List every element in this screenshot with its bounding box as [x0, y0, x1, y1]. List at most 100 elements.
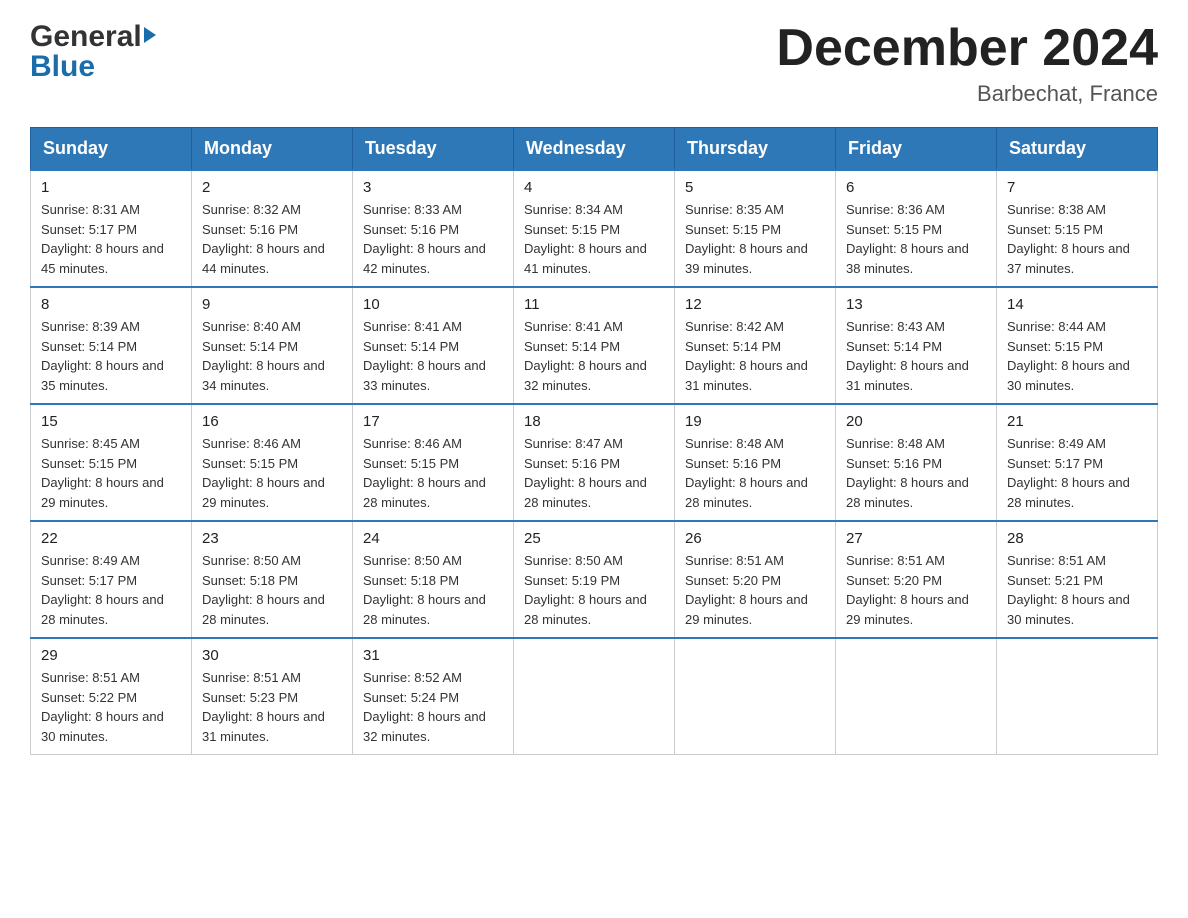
day-info: Sunrise: 8:51 AMSunset: 5:23 PMDaylight:… [202, 668, 342, 746]
calendar-cell: 14Sunrise: 8:44 AMSunset: 5:15 PMDayligh… [997, 287, 1158, 404]
calendar-cell: 28Sunrise: 8:51 AMSunset: 5:21 PMDayligh… [997, 521, 1158, 638]
calendar-cell: 18 Sunrise: 8:47 AMSunset: 5:16 PMDayligh… [514, 404, 675, 521]
day-number: 13 [846, 296, 986, 313]
day-info: Sunrise: 8:47 AMSunset: 5:16 PMDaylight:… [524, 434, 664, 512]
calendar-week-row: 15 Sunrise: 8:45 AMSunset: 5:15 PMDayligh… [31, 404, 1158, 521]
col-header-sunday: Sunday [31, 128, 192, 171]
calendar-cell: 1Sunrise: 8:31 AMSunset: 5:17 PMDaylight… [31, 170, 192, 287]
day-number: 7 [1007, 179, 1147, 196]
day-number: 18 [524, 413, 664, 430]
col-header-tuesday: Tuesday [353, 128, 514, 171]
day-info: Sunrise: 8:50 AMSunset: 5:18 PMDaylight:… [202, 551, 342, 629]
calendar-cell: 24 Sunrise: 8:50 AMSunset: 5:18 PMDayligh… [353, 521, 514, 638]
day-number: 11 [524, 296, 664, 313]
logo-blue-text: Blue [30, 50, 95, 84]
calendar-cell: 17 Sunrise: 8:46 AMSunset: 5:15 PMDayligh… [353, 404, 514, 521]
calendar-cell: 13 Sunrise: 8:43 AMSunset: 5:14 PMDayligh… [836, 287, 997, 404]
day-number: 31 [363, 647, 503, 664]
day-info: Sunrise: 8:35 AMSunset: 5:15 PMDaylight:… [685, 200, 825, 278]
day-info: Sunrise: 8:40 AMSunset: 5:14 PMDaylight:… [202, 317, 342, 395]
day-number: 21 [1007, 413, 1147, 430]
day-number: 28 [1007, 530, 1147, 547]
calendar-cell: 20 Sunrise: 8:48 AMSunset: 5:16 PMDayligh… [836, 404, 997, 521]
location-subtitle: Barbechat, France [776, 81, 1158, 107]
day-info: Sunrise: 8:41 AMSunset: 5:14 PMDaylight:… [524, 317, 664, 395]
col-header-wednesday: Wednesday [514, 128, 675, 171]
calendar-cell: 10Sunrise: 8:41 AMSunset: 5:14 PMDayligh… [353, 287, 514, 404]
logo: General Blue [30, 20, 156, 84]
day-number: 2 [202, 179, 342, 196]
day-number: 1 [41, 179, 181, 196]
calendar-cell: 19Sunrise: 8:48 AMSunset: 5:16 PMDayligh… [675, 404, 836, 521]
calendar-cell: 8Sunrise: 8:39 AMSunset: 5:14 PMDaylight… [31, 287, 192, 404]
day-number: 26 [685, 530, 825, 547]
month-title: December 2024 [776, 20, 1158, 77]
calendar-cell [836, 638, 997, 755]
calendar-cell: 12 Sunrise: 8:42 AMSunset: 5:14 PMDayligh… [675, 287, 836, 404]
calendar-cell [997, 638, 1158, 755]
day-number: 30 [202, 647, 342, 664]
page-header: General Blue December 2024 Barbechat, Fr… [30, 20, 1158, 107]
day-info: Sunrise: 8:45 AMSunset: 5:15 PMDaylight:… [41, 434, 181, 512]
day-info: Sunrise: 8:51 AMSunset: 5:20 PMDaylight:… [846, 551, 986, 629]
calendar-week-row: 22 Sunrise: 8:49 AMSunset: 5:17 PMDayligh… [31, 521, 1158, 638]
calendar-cell: 30 Sunrise: 8:51 AMSunset: 5:23 PMDayligh… [192, 638, 353, 755]
day-number: 15 [41, 413, 181, 430]
day-info: Sunrise: 8:46 AMSunset: 5:15 PMDaylight:… [363, 434, 503, 512]
day-info: Sunrise: 8:42 AMSunset: 5:14 PMDaylight:… [685, 317, 825, 395]
day-info: Sunrise: 8:50 AMSunset: 5:18 PMDaylight:… [363, 551, 503, 629]
calendar-cell [675, 638, 836, 755]
day-info: Sunrise: 8:43 AMSunset: 5:14 PMDaylight:… [846, 317, 986, 395]
day-info: Sunrise: 8:36 AMSunset: 5:15 PMDaylight:… [846, 200, 986, 278]
calendar-cell: 23Sunrise: 8:50 AMSunset: 5:18 PMDayligh… [192, 521, 353, 638]
calendar-cell: 27Sunrise: 8:51 AMSunset: 5:20 PMDayligh… [836, 521, 997, 638]
day-number: 17 [363, 413, 503, 430]
calendar-cell: 3Sunrise: 8:33 AMSunset: 5:16 PMDaylight… [353, 170, 514, 287]
col-header-monday: Monday [192, 128, 353, 171]
calendar-cell: 2 Sunrise: 8:32 AMSunset: 5:16 PMDaylight… [192, 170, 353, 287]
calendar-week-row: 29 Sunrise: 8:51 AMSunset: 5:22 PMDayligh… [31, 638, 1158, 755]
day-number: 25 [524, 530, 664, 547]
logo-arrow-icon [144, 27, 156, 43]
title-section: December 2024 Barbechat, France [776, 20, 1158, 107]
day-info: Sunrise: 8:50 AMSunset: 5:19 PMDaylight:… [524, 551, 664, 629]
day-info: Sunrise: 8:48 AMSunset: 5:16 PMDaylight:… [685, 434, 825, 512]
calendar-cell: 31 Sunrise: 8:52 AMSunset: 5:24 PMDayligh… [353, 638, 514, 755]
day-number: 9 [202, 296, 342, 313]
calendar-cell: 7 Sunrise: 8:38 AMSunset: 5:15 PMDaylight… [997, 170, 1158, 287]
day-info: Sunrise: 8:52 AMSunset: 5:24 PMDaylight:… [363, 668, 503, 746]
calendar-week-row: 1Sunrise: 8:31 AMSunset: 5:17 PMDaylight… [31, 170, 1158, 287]
day-info: Sunrise: 8:34 AMSunset: 5:15 PMDaylight:… [524, 200, 664, 278]
col-header-saturday: Saturday [997, 128, 1158, 171]
day-info: Sunrise: 8:51 AMSunset: 5:22 PMDaylight:… [41, 668, 181, 746]
day-number: 12 [685, 296, 825, 313]
calendar-table: SundayMondayTuesdayWednesdayThursdayFrid… [30, 127, 1158, 755]
day-number: 29 [41, 647, 181, 664]
calendar-cell: 26 Sunrise: 8:51 AMSunset: 5:20 PMDayligh… [675, 521, 836, 638]
day-info: Sunrise: 8:49 AMSunset: 5:17 PMDaylight:… [41, 551, 181, 629]
calendar-cell [514, 638, 675, 755]
day-number: 5 [685, 179, 825, 196]
day-info: Sunrise: 8:46 AMSunset: 5:15 PMDaylight:… [202, 434, 342, 512]
col-header-friday: Friday [836, 128, 997, 171]
calendar-cell: 6 Sunrise: 8:36 AMSunset: 5:15 PMDaylight… [836, 170, 997, 287]
calendar-cell: 29 Sunrise: 8:51 AMSunset: 5:22 PMDayligh… [31, 638, 192, 755]
calendar-week-row: 8Sunrise: 8:39 AMSunset: 5:14 PMDaylight… [31, 287, 1158, 404]
day-number: 14 [1007, 296, 1147, 313]
day-info: Sunrise: 8:51 AMSunset: 5:20 PMDaylight:… [685, 551, 825, 629]
day-number: 3 [363, 179, 503, 196]
day-number: 24 [363, 530, 503, 547]
logo-general-text: General [30, 20, 142, 54]
day-info: Sunrise: 8:41 AMSunset: 5:14 PMDaylight:… [363, 317, 503, 395]
calendar-cell: 15 Sunrise: 8:45 AMSunset: 5:15 PMDayligh… [31, 404, 192, 521]
day-info: Sunrise: 8:38 AMSunset: 5:15 PMDaylight:… [1007, 200, 1147, 278]
day-number: 22 [41, 530, 181, 547]
day-number: 20 [846, 413, 986, 430]
day-info: Sunrise: 8:48 AMSunset: 5:16 PMDaylight:… [846, 434, 986, 512]
day-number: 4 [524, 179, 664, 196]
day-number: 6 [846, 179, 986, 196]
calendar-header-row: SundayMondayTuesdayWednesdayThursdayFrid… [31, 128, 1158, 171]
day-info: Sunrise: 8:32 AMSunset: 5:16 PMDaylight:… [202, 200, 342, 278]
calendar-cell: 21Sunrise: 8:49 AMSunset: 5:17 PMDayligh… [997, 404, 1158, 521]
calendar-cell: 16Sunrise: 8:46 AMSunset: 5:15 PMDayligh… [192, 404, 353, 521]
